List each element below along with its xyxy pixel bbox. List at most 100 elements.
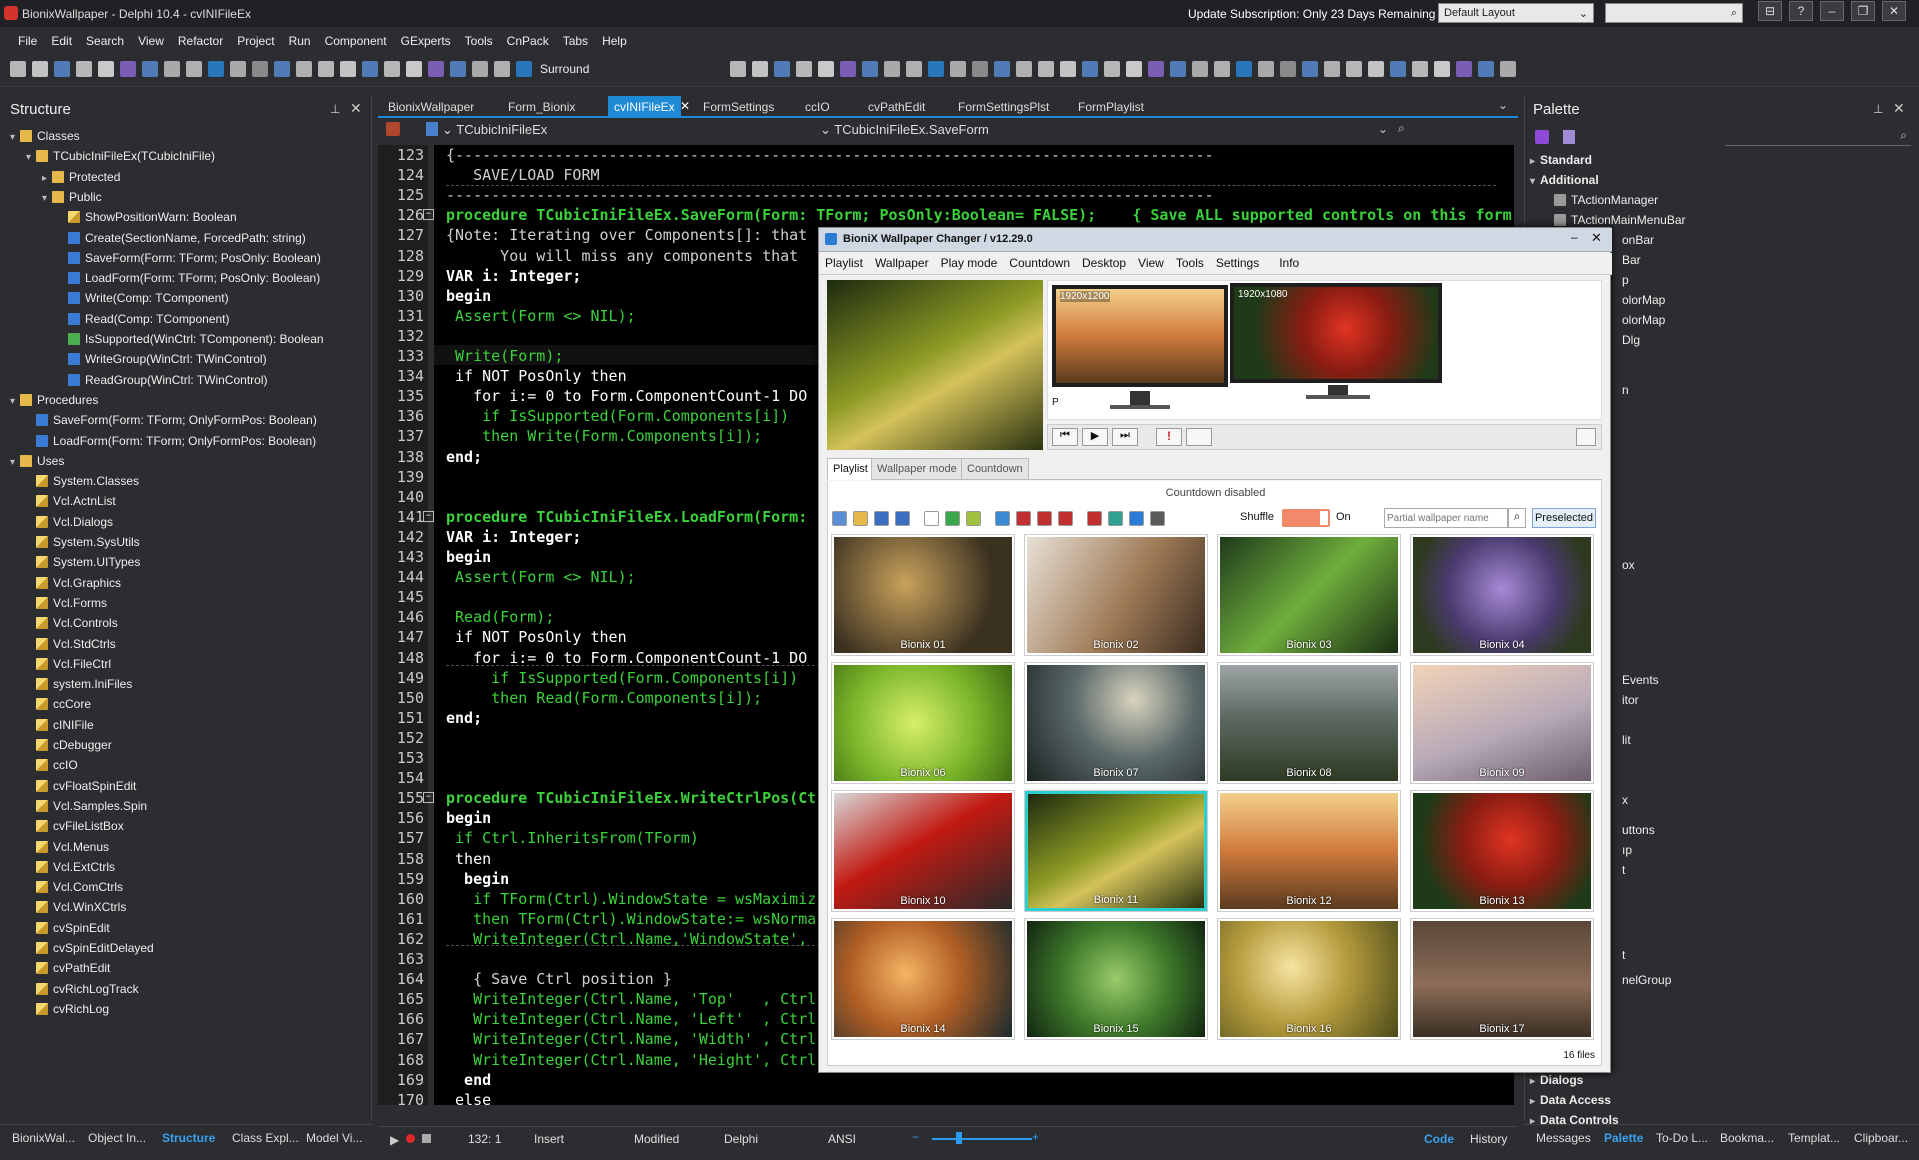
toolbar-button-icon[interactable] — [428, 61, 444, 77]
playlist-tool-icon[interactable] — [853, 511, 868, 526]
tree-expander-icon[interactable]: ▸ — [42, 169, 52, 189]
tree-expander-icon[interactable]: ▾ — [26, 148, 36, 168]
tree-node[interactable]: Vcl.ComCtrls — [26, 877, 123, 897]
close-button[interactable]: ✕ — [1591, 230, 1602, 246]
tree-node[interactable]: cDebugger — [26, 735, 112, 755]
play-button[interactable]: ▶ — [1082, 428, 1108, 446]
toolbar-button-icon[interactable] — [752, 61, 768, 77]
toolbar-button-icon[interactable] — [98, 61, 114, 77]
palette-item[interactable]: ▾ Additional — [1530, 170, 1599, 190]
toolbar-button-icon[interactable] — [1192, 61, 1208, 77]
bionix-tab-countdown[interactable]: Countdown — [961, 458, 1029, 480]
menu-edit[interactable]: Edit — [44, 29, 79, 53]
palette-item[interactable]: ▸ Standard — [1530, 150, 1592, 170]
playlist-tool-icon[interactable] — [924, 511, 939, 526]
playlist-tool-icon[interactable] — [1108, 511, 1123, 526]
search-icon[interactable]: ⌕ — [1508, 508, 1526, 528]
toolbar-button-icon[interactable] — [1456, 61, 1472, 77]
right-tab-1[interactable]: Palette — [1604, 1131, 1643, 1145]
find-icon[interactable]: ⌕ — [1398, 121, 1405, 136]
left-tab-4[interactable]: Model Vi... — [306, 1131, 362, 1145]
close-icon[interactable]: ✕ — [1893, 100, 1905, 117]
tree-node[interactable]: Vcl.WinXCtrls — [26, 897, 126, 917]
editor-tab-cvinifileex[interactable]: cvINIFileEx — [608, 96, 681, 118]
toolbar-button-icon[interactable] — [950, 61, 966, 77]
window-control-3[interactable]: ❐ — [1851, 1, 1875, 21]
wallpaper-thumbnail[interactable]: Bionix 14 — [832, 919, 1014, 1039]
toolbar-button-icon[interactable] — [32, 61, 48, 77]
toolbar-button-icon[interactable] — [494, 61, 510, 77]
play-icon[interactable]: ▶ — [390, 1133, 399, 1147]
pin-icon[interactable]: ⊥ — [330, 102, 340, 116]
expander-icon[interactable]: ▾ — [1530, 172, 1540, 192]
minimize-button[interactable]: – — [1571, 230, 1578, 244]
toolbar-button-icon[interactable] — [516, 61, 532, 77]
tree-node[interactable]: Create(SectionName, ForcedPath: string) — [58, 228, 306, 248]
right-tab-0[interactable]: Messages — [1536, 1131, 1591, 1145]
bionix-menu-tools[interactable]: Tools — [1170, 253, 1210, 273]
record-icon[interactable] — [406, 1134, 415, 1143]
palette-item[interactable]: ▸ Data Access — [1530, 1090, 1611, 1110]
toolbar-button-icon[interactable] — [1390, 61, 1406, 77]
toolbar-button-icon[interactable] — [384, 61, 400, 77]
toolbar-button-icon[interactable] — [1302, 61, 1318, 77]
bionix-menu-countdown[interactable]: Countdown — [1003, 253, 1076, 273]
tree-node[interactable]: Vcl.Forms — [26, 593, 107, 613]
palette-item-partial[interactable]: onBar — [1622, 230, 1654, 250]
window-control-0[interactable]: ⊟ — [1758, 1, 1782, 21]
desktop-button[interactable] — [1186, 428, 1212, 446]
toolbar-button-icon[interactable] — [1412, 61, 1428, 77]
playlist-tool-icon[interactable] — [966, 511, 981, 526]
tree-node[interactable]: ReadGroup(WinCtrl: TWinControl) — [58, 370, 268, 390]
tree-node[interactable]: LoadForm(Form: TForm; PosOnly: Boolean) — [58, 268, 320, 288]
tree-node[interactable]: IsSupported(WinCtrl: TComponent): Boolea… — [58, 329, 324, 349]
toolbar-button-icon[interactable] — [1500, 61, 1516, 77]
playlist-tool-icon[interactable] — [1087, 511, 1102, 526]
right-tab-4[interactable]: Templat... — [1788, 1131, 1840, 1145]
menu-tools[interactable]: Tools — [458, 29, 500, 53]
palette-item-partial[interactable]: nelGroup — [1622, 970, 1671, 990]
menu-search[interactable]: Search — [79, 29, 131, 53]
toolbar-button-icon[interactable] — [994, 61, 1010, 77]
tree-node[interactable]: SaveForm(Form: TForm; PosOnly: Boolean) — [58, 248, 321, 268]
tab-list-chevron-icon[interactable]: ⌄ — [1498, 98, 1508, 112]
fold-collapse-icon[interactable]: − — [423, 209, 434, 221]
palette-item-partial[interactable]: lit — [1622, 730, 1631, 750]
horizontal-scrollbar[interactable] — [378, 1106, 1518, 1124]
tree-node[interactable]: ccIO — [26, 755, 78, 775]
toolbar-button-icon[interactable] — [906, 61, 922, 77]
palette-item-partial[interactable]: uttons — [1622, 820, 1655, 840]
palette-item-partial[interactable]: ox — [1622, 555, 1635, 575]
zoom-slider-thumb[interactable] — [956, 1132, 962, 1144]
tree-expander-icon[interactable]: ▾ — [10, 453, 20, 473]
tree-node[interactable]: ▾ Uses — [10, 451, 64, 471]
right-tab-3[interactable]: Bookma... — [1720, 1131, 1774, 1145]
toolbar-button-icon[interactable] — [1016, 61, 1032, 77]
toolbar-button-icon[interactable] — [1060, 61, 1076, 77]
tree-node[interactable]: System.SysUtils — [26, 532, 140, 552]
menu-gexperts[interactable]: GExperts — [394, 29, 458, 53]
palette-item-partial[interactable]: Events — [1622, 670, 1659, 690]
wallpaper-thumbnail[interactable]: Bionix 17 — [1411, 919, 1593, 1039]
wallpaper-thumbnail[interactable]: Bionix 08 — [1218, 663, 1400, 783]
menu-help[interactable]: Help — [595, 29, 634, 53]
tree-node[interactable]: System.UITypes — [26, 552, 140, 572]
tree-node[interactable]: cvFloatSpinEdit — [26, 776, 136, 796]
window-control-2[interactable]: – — [1820, 1, 1844, 21]
method-combo-chevron-icon[interactable]: ⌄ — [1378, 122, 1388, 136]
expander-icon[interactable]: ▸ — [1530, 1092, 1540, 1112]
wallpaper-thumbnail[interactable]: Bionix 12 — [1218, 791, 1400, 911]
fold-collapse-icon[interactable]: − — [423, 510, 434, 522]
wallpaper-search-input[interactable] — [1384, 508, 1508, 528]
bionix-menu-desktop[interactable]: Desktop — [1076, 253, 1132, 273]
menu-refactor[interactable]: Refactor — [171, 29, 230, 53]
right-tab-5[interactable]: Clipboar... — [1854, 1131, 1908, 1145]
toolbar-button-icon[interactable] — [318, 61, 334, 77]
menu-project[interactable]: Project — [230, 29, 281, 53]
editor-tab-formplaylist[interactable]: FormPlaylist — [1078, 100, 1144, 114]
tree-node[interactable]: Vcl.StdCtrls — [26, 634, 116, 654]
previous-button[interactable]: ⏮ — [1052, 428, 1078, 446]
window-control-4[interactable]: ✕ — [1882, 1, 1906, 21]
next-button[interactable]: ⏭ — [1112, 428, 1138, 446]
playlist-tool-icon[interactable] — [1129, 511, 1144, 526]
